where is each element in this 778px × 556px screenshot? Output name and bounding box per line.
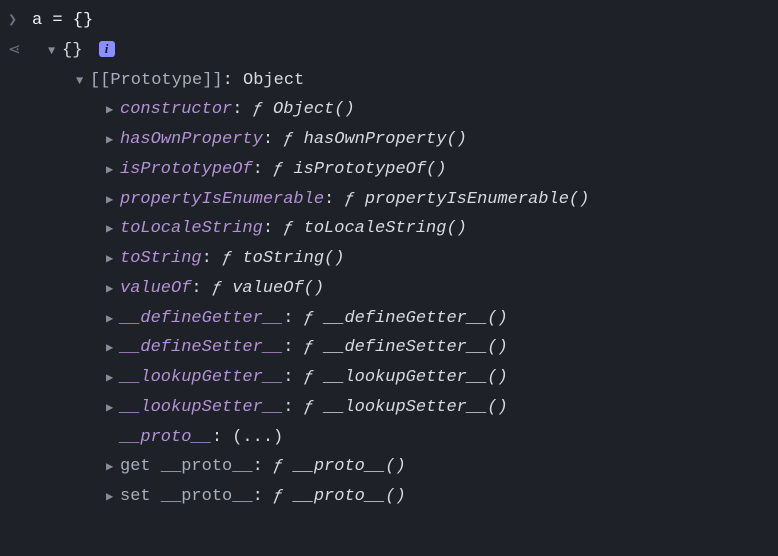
chevron-right-icon[interactable]: ▶ <box>106 100 120 121</box>
colon: : <box>324 190 344 209</box>
colon: : <box>283 398 303 417</box>
property-row[interactable]: ▶__defineGetter__: ƒ __defineGetter__() <box>32 304 770 334</box>
chevron-right-icon[interactable]: ▶ <box>106 249 120 270</box>
chevron-down-icon[interactable]: ▼ <box>48 41 62 62</box>
property-key: __lookupSetter__ <box>120 398 283 417</box>
info-icon[interactable]: i <box>99 41 115 57</box>
property-row[interactable]: ▶__lookupGetter__: ƒ __lookupGetter__() <box>32 363 770 393</box>
property-row[interactable]: ▶toLocaleString: ƒ toLocaleString() <box>32 214 770 244</box>
property-row[interactable]: ▶valueOf: ƒ valueOf() <box>32 274 770 304</box>
function-symbol: ƒ <box>222 249 232 268</box>
property-row[interactable]: __proto__: (...) <box>32 423 770 453</box>
colon: : <box>263 219 283 238</box>
console-input-row: ❯ a = {} <box>8 6 770 36</box>
property-value: __defineGetter__() <box>324 309 508 328</box>
prototype-properties: ▶constructor: ƒ Object()▶hasOwnProperty:… <box>32 95 770 512</box>
property-value: __lookupGetter__() <box>324 368 508 387</box>
property-key: isPrototypeOf <box>120 160 253 179</box>
colon: : <box>283 338 303 357</box>
property-row[interactable]: ▶set __proto__: ƒ __proto__() <box>32 482 770 512</box>
property-row[interactable]: ▶toString: ƒ toString() <box>32 244 770 274</box>
property-value: __lookupSetter__() <box>324 398 508 417</box>
property-key: __proto__ <box>120 428 212 447</box>
property-value: (...) <box>232 428 283 447</box>
property-value: toString() <box>242 249 344 268</box>
colon: : <box>212 428 232 447</box>
chevron-down-icon[interactable]: ▼ <box>76 71 90 92</box>
colon: : <box>283 309 303 328</box>
function-symbol: ƒ <box>273 487 283 506</box>
property-key: set __proto__ <box>120 487 253 506</box>
property-value: __proto__() <box>293 457 405 476</box>
function-symbol: ƒ <box>253 100 263 119</box>
input-prompt-icon: ❯ <box>8 6 32 34</box>
prototype-value: Object <box>243 71 304 90</box>
colon: : <box>191 279 211 298</box>
chevron-right-icon[interactable]: ▶ <box>106 309 120 330</box>
colon: : <box>253 457 273 476</box>
colon: : <box>202 249 222 268</box>
property-value: valueOf() <box>232 279 324 298</box>
property-key: propertyIsEnumerable <box>120 190 324 209</box>
chevron-right-icon[interactable]: ▶ <box>106 160 120 181</box>
function-symbol: ƒ <box>304 338 314 357</box>
chevron-right-icon[interactable]: ▶ <box>106 219 120 240</box>
property-row[interactable]: ▶get __proto__: ƒ __proto__() <box>32 452 770 482</box>
property-value: __defineSetter__() <box>324 338 508 357</box>
property-row[interactable]: ▶__defineSetter__: ƒ __defineSetter__() <box>32 333 770 363</box>
property-value: __proto__() <box>293 487 405 506</box>
console-output-row: ⋖ ▼{} i ▼[[Prototype]]: Object ▶construc… <box>8 36 770 512</box>
prototype-key: [[Prototype]] <box>90 71 223 90</box>
function-symbol: ƒ <box>273 457 283 476</box>
chevron-right-icon[interactable]: ▶ <box>106 338 120 359</box>
chevron-right-icon[interactable]: ▶ <box>106 130 120 151</box>
property-value: toLocaleString() <box>304 219 467 238</box>
colon: : <box>232 100 252 119</box>
object-preview-row[interactable]: ▼{} i <box>32 36 770 66</box>
property-key: get __proto__ <box>120 457 253 476</box>
property-row[interactable]: ▶__lookupSetter__: ƒ __lookupSetter__() <box>32 393 770 423</box>
chevron-right-icon[interactable]: ▶ <box>106 487 120 508</box>
property-value: propertyIsEnumerable() <box>365 190 589 209</box>
chevron-right-icon[interactable]: ▶ <box>106 457 120 478</box>
property-row[interactable]: ▶isPrototypeOf: ƒ isPrototypeOf() <box>32 155 770 185</box>
colon: : <box>283 368 303 387</box>
devtools-console: ❯ a = {} ⋖ ▼{} i ▼[[Prototype]]: Object … <box>0 0 778 512</box>
property-key: hasOwnProperty <box>120 130 263 149</box>
chevron-right-icon[interactable]: ▶ <box>106 368 120 389</box>
property-key: __defineSetter__ <box>120 338 283 357</box>
function-symbol: ƒ <box>273 160 283 179</box>
property-value: hasOwnProperty() <box>304 130 467 149</box>
function-symbol: ƒ <box>304 398 314 417</box>
property-row[interactable]: ▶constructor: ƒ Object() <box>32 95 770 125</box>
property-key: __defineGetter__ <box>120 309 283 328</box>
property-key: toLocaleString <box>120 219 263 238</box>
colon: : <box>253 160 273 179</box>
property-row[interactable]: ▶hasOwnProperty: ƒ hasOwnProperty() <box>32 125 770 155</box>
property-value: Object() <box>273 100 355 119</box>
console-input-code[interactable]: a = {} <box>32 6 770 36</box>
function-symbol: ƒ <box>304 309 314 328</box>
colon: : <box>253 487 273 506</box>
function-symbol: ƒ <box>283 130 293 149</box>
chevron-right-icon[interactable]: ▶ <box>106 279 120 300</box>
chevron-right-icon[interactable]: ▶ <box>106 190 120 211</box>
colon: : <box>263 130 283 149</box>
prototype-row[interactable]: ▼[[Prototype]]: Object <box>32 66 770 96</box>
property-row[interactable]: ▶propertyIsEnumerable: ƒ propertyIsEnume… <box>32 185 770 215</box>
console-output: ▼{} i ▼[[Prototype]]: Object ▶constructo… <box>32 36 770 512</box>
function-symbol: ƒ <box>283 219 293 238</box>
property-key: constructor <box>120 100 232 119</box>
output-return-icon: ⋖ <box>8 36 32 64</box>
chevron-right-icon[interactable]: ▶ <box>106 398 120 419</box>
function-symbol: ƒ <box>304 368 314 387</box>
property-key: valueOf <box>120 279 191 298</box>
object-preview: {} <box>62 41 82 60</box>
function-symbol: ƒ <box>344 190 354 209</box>
property-key: __lookupGetter__ <box>120 368 283 387</box>
function-symbol: ƒ <box>212 279 222 298</box>
property-value: isPrototypeOf() <box>293 160 446 179</box>
property-key: toString <box>120 249 202 268</box>
